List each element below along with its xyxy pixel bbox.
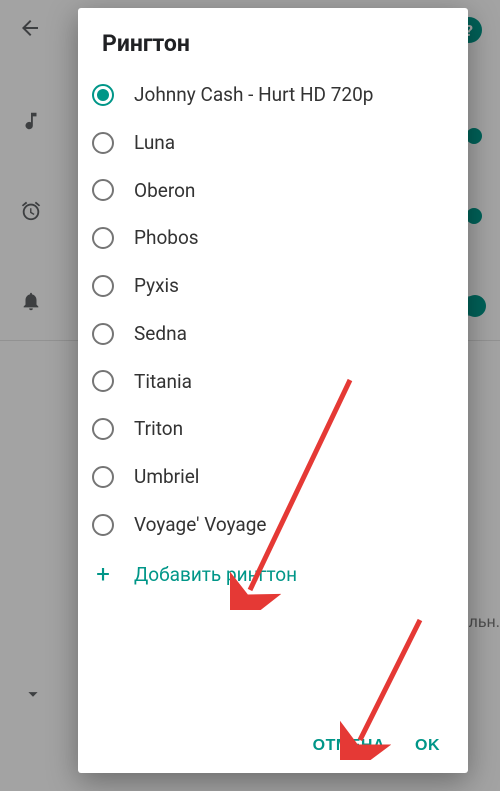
option-label: Triton (134, 417, 183, 441)
ringtone-option[interactable]: Umbriel (78, 453, 468, 501)
radio-icon[interactable] (92, 514, 114, 536)
radio-icon[interactable] (92, 466, 114, 488)
ringtone-option[interactable]: Phobos (78, 214, 468, 262)
option-label: Voyage' Voyage (134, 513, 267, 537)
radio-icon[interactable] (92, 84, 114, 106)
ok-button[interactable]: OK (415, 737, 440, 755)
ringtone-dialog: Рингтон Johnny Cash - Hurt HD 720p Luna … (78, 8, 468, 773)
option-label: Titania (134, 370, 192, 394)
option-label: Umbriel (134, 465, 199, 489)
ringtone-option[interactable]: Titania (78, 358, 468, 406)
option-label: Phobos (134, 226, 199, 250)
ringtone-option[interactable]: Triton (78, 405, 468, 453)
ringtone-option[interactable]: Luna (78, 119, 468, 167)
radio-icon[interactable] (92, 227, 114, 249)
ringtone-option[interactable]: Sedna (78, 310, 468, 358)
option-label: Sedna (134, 322, 187, 346)
ringtone-option[interactable]: Oberon (78, 167, 468, 215)
radio-icon[interactable] (92, 370, 114, 392)
radio-icon[interactable] (92, 418, 114, 440)
option-label: Johnny Cash - Hurt HD 720p (134, 83, 373, 107)
add-ringtone-label: Добавить рингтон (134, 563, 297, 586)
plus-icon: + (92, 563, 114, 585)
dialog-title: Рингтон (78, 8, 468, 71)
option-label: Oberon (134, 179, 195, 203)
add-ringtone-row[interactable]: + Добавить рингтон (78, 549, 468, 596)
option-label: Luna (134, 131, 175, 155)
radio-icon[interactable] (92, 132, 114, 154)
ringtone-options-list: Johnny Cash - Hurt HD 720p Luna Oberon P… (78, 71, 468, 721)
cancel-button[interactable]: ОТМЕНА (313, 737, 385, 755)
ringtone-option[interactable]: Voyage' Voyage (78, 501, 468, 549)
radio-icon[interactable] (92, 275, 114, 297)
ringtone-option[interactable]: Johnny Cash - Hurt HD 720p (78, 71, 468, 119)
option-label: Pyxis (134, 274, 179, 298)
ringtone-option[interactable]: Pyxis (78, 262, 468, 310)
radio-icon[interactable] (92, 323, 114, 345)
dialog-actions: ОТМЕНА OK (78, 721, 468, 773)
radio-icon[interactable] (92, 179, 114, 201)
